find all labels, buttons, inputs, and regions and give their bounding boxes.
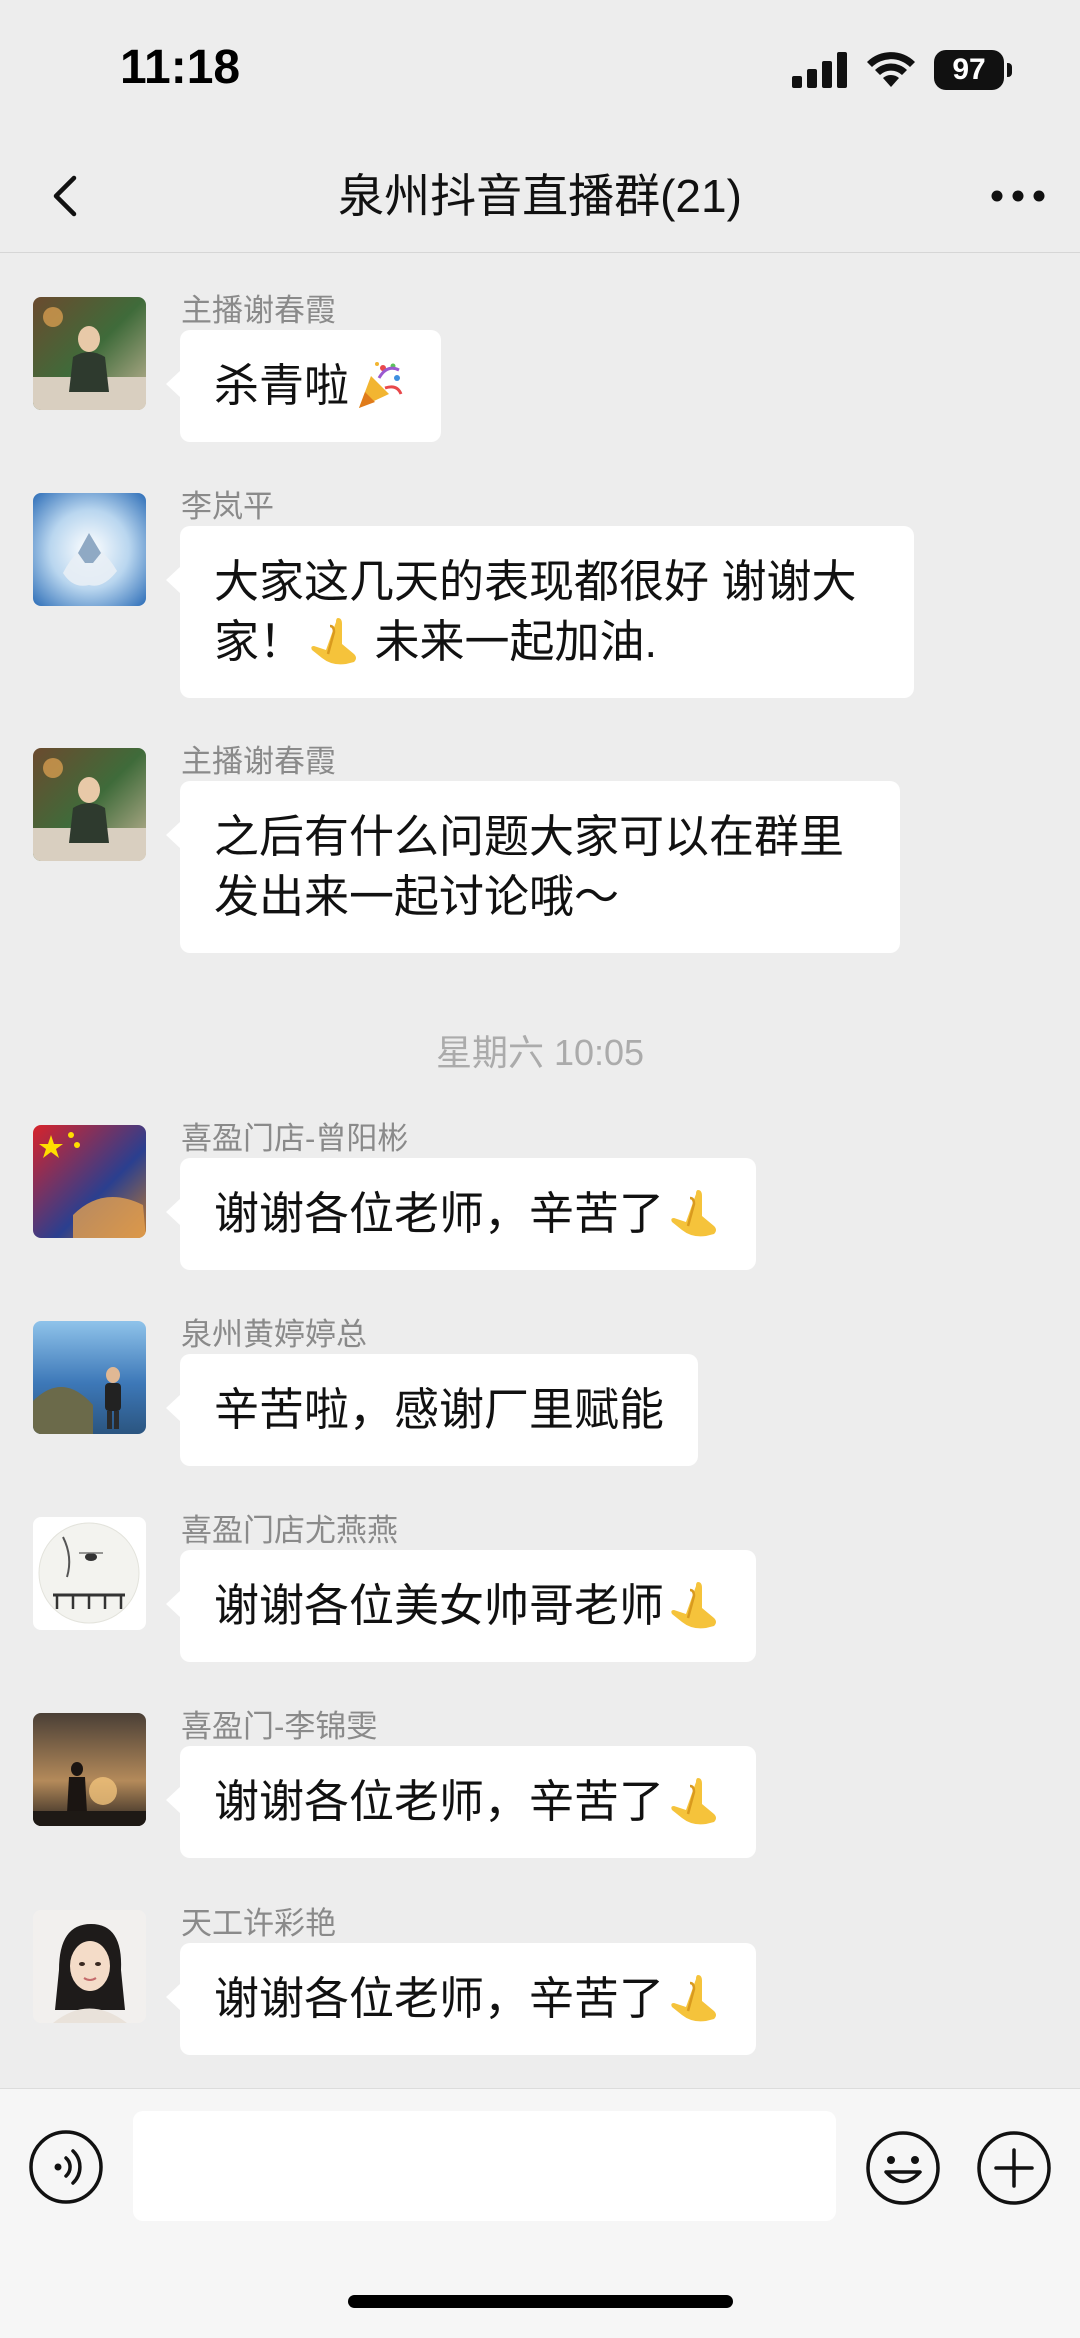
message-bubble[interactable]: 辛苦啦，感谢厂里赋能 xyxy=(165,1354,699,1466)
message-text: 之后有什么问题大家可以在群里 xyxy=(214,811,845,862)
praying-hands-icon xyxy=(671,1582,717,1629)
praying-hands-icon xyxy=(671,1975,717,2022)
more-options-button[interactable] xyxy=(986,164,1050,228)
wifi-icon xyxy=(867,52,915,87)
avatar[interactable] xyxy=(33,1125,146,1238)
battery-indicator: 97 xyxy=(934,50,1012,90)
status-time: 11:18 xyxy=(120,41,241,94)
message-text: 谢谢各位老师，辛苦了 xyxy=(214,1776,665,1827)
more-dots-icon xyxy=(991,190,1045,202)
avatar[interactable] xyxy=(33,1910,146,2023)
message-bubble[interactable]: 大家这几天的表现都很好 谢谢大 家！ 未来一起加油. xyxy=(166,526,914,699)
sender-name: 李岚平 xyxy=(181,489,274,524)
status-bar: 11:18 97 xyxy=(0,0,1080,140)
emoji-button[interactable] xyxy=(864,2129,942,2207)
message-bubble[interactable]: 谢谢各位美女帅哥老师 xyxy=(165,1550,757,1663)
sender-name: 主播谢春霞 xyxy=(181,744,336,779)
message-text: 谢谢各位老师，辛苦了 xyxy=(214,1188,665,1239)
plus-circle-icon xyxy=(977,2131,1051,2205)
smiley-icon xyxy=(866,2131,940,2205)
battery-level: 97 xyxy=(952,53,986,86)
message-text: 未来一起加油. xyxy=(362,616,658,667)
message-bubble[interactable]: 之后有什么问题大家可以在群里 发出来一起讨论哦～ xyxy=(166,781,900,953)
message-bubble[interactable]: 谢谢各位老师，辛苦了 xyxy=(165,1746,757,1859)
nav-bar: 泉州抖音直播群(21) xyxy=(0,140,1080,253)
message-bubble[interactable]: 杀青啦 xyxy=(165,330,442,443)
message-bubble[interactable]: 谢谢各位老师，辛苦了 xyxy=(165,1158,757,1271)
message-text: 大家这几天的表现都很好 谢谢大 xyxy=(214,556,857,607)
sender-name: 喜盈门店尤燕燕 xyxy=(181,1513,398,1548)
message-bubble[interactable]: 谢谢各位老师，辛苦了 xyxy=(165,1943,757,2056)
message-text: 发出来一起讨论哦～ xyxy=(214,871,620,922)
sender-name: 泉州黄婷婷总 xyxy=(181,1317,367,1352)
avatar[interactable] xyxy=(33,1321,146,1434)
voice-input-button[interactable] xyxy=(28,2129,104,2205)
message-list[interactable]: 主播谢春霞 杀青啦 李岚平 大家这几天的表现都很好 谢谢大 家！ 未来一起加油.… xyxy=(0,253,1080,2088)
message-text: 杀青啦 xyxy=(214,360,350,411)
avatar[interactable] xyxy=(33,1713,146,1826)
sender-name: 喜盈门-李锦雯 xyxy=(181,1709,378,1744)
sender-name: 主播谢春霞 xyxy=(181,293,336,328)
party-popper-icon xyxy=(359,362,403,409)
avatar[interactable] xyxy=(33,748,146,861)
avatar[interactable] xyxy=(33,493,146,606)
praying-hands-icon xyxy=(671,1190,717,1237)
praying-hands-icon xyxy=(671,1778,717,1825)
avatar[interactable] xyxy=(33,297,146,410)
praying-hands-icon xyxy=(311,618,357,665)
status-icons: 97 xyxy=(792,50,1012,90)
message-input[interactable] xyxy=(133,2111,836,2221)
more-actions-button[interactable] xyxy=(975,2129,1053,2207)
message-text: 谢谢各位美女帅哥老师 xyxy=(214,1580,665,1631)
message-text: 辛苦啦，感谢厂里赋能 xyxy=(214,1384,665,1435)
chat-title: 泉州抖音直播群(21) xyxy=(338,170,742,222)
avatar[interactable] xyxy=(33,1517,146,1630)
message-text: 家！ xyxy=(214,616,305,667)
cellular-signal-icon xyxy=(792,52,847,88)
voice-icon xyxy=(29,2130,103,2204)
message-text: 谢谢各位老师，辛苦了 xyxy=(214,1973,665,2024)
sender-name: 天工许彩艳 xyxy=(181,1906,336,1941)
home-indicator[interactable] xyxy=(348,2295,733,2308)
timestamp-divider: 星期六 10:05 xyxy=(435,1032,645,1073)
sender-name: 喜盈门店-曾阳彬 xyxy=(181,1121,409,1156)
